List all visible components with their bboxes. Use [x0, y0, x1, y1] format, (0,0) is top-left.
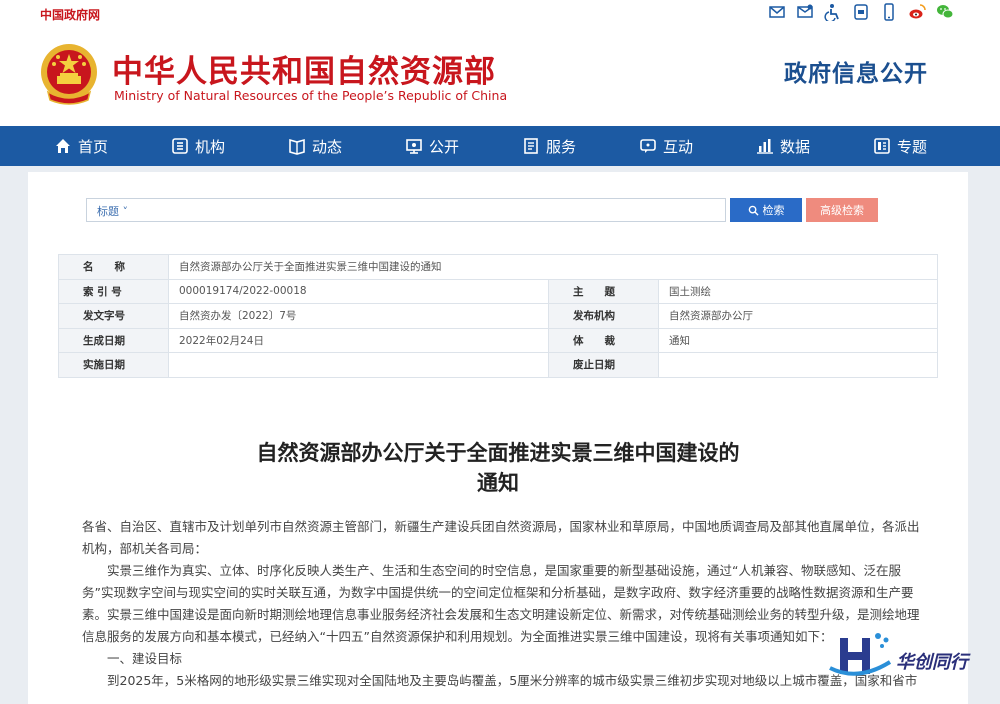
meta-value: 自然资办发〔2022〕7号 [168, 303, 549, 329]
meta-label: 索 引 号 [58, 278, 169, 304]
table-row: 实施日期 废止日期 [58, 352, 938, 378]
search-input[interactable]: 标题 ˅ [86, 198, 726, 222]
document-title-line: 自然资源部办公厅关于全面推进实景三维中国建设的 [256, 441, 740, 465]
search-button[interactable]: 检索 [730, 198, 802, 222]
nav-item-org[interactable]: 机构 [171, 126, 288, 166]
salutation: 各省、自治区、直辖市及计划单列市自然资源主管部门，新疆生产建设兵团自然资源局，国… [82, 519, 920, 556]
nav-label: 公开 [429, 137, 460, 156]
document-meta-table: 名 称 自然资源部办公厅关于全面推进实景三维中国建设的通知 索 引 号 0000… [58, 254, 938, 378]
document-title-line: 通知 [477, 471, 519, 495]
nav-label: 首页 [78, 137, 109, 156]
nav-label: 机构 [195, 137, 226, 156]
document-body: 各省、自治区、直辖市及计划单列市自然资源主管部门，新疆生产建设兵团自然资源局，国… [82, 516, 920, 692]
nav-item-disclosure[interactable]: 公开 [405, 126, 522, 166]
meta-value [168, 352, 549, 378]
meta-value: 自然资源部办公厅关于全面推进实景三维中国建设的通知 [168, 254, 938, 280]
top-icons [768, 3, 954, 21]
meta-value: 自然资源部办公厅 [658, 303, 938, 329]
content-card: 标题 ˅ 检索 高级检索 名 称 自然资源部办公厅关于全面推进实景三维中国建设的… [28, 172, 968, 704]
nav-item-service[interactable]: 服务 [522, 126, 639, 166]
main-nav: 首页 机构 动态 公开 服务 互动 数据 专题 [0, 126, 1000, 166]
meta-label: 体 裁 [548, 327, 659, 353]
org-icon [172, 138, 188, 154]
nav-label: 动态 [312, 137, 343, 156]
advanced-search-button[interactable]: 高级检索 [806, 198, 878, 222]
nav-item-data[interactable]: 数据 [756, 126, 873, 166]
meta-value: 2022年02月24日 [168, 327, 549, 353]
home-icon [56, 139, 70, 153]
nav-item-news[interactable]: 动态 [288, 126, 405, 166]
topic-icon [874, 138, 890, 154]
body-paragraph: 到2025年，5米格网的地形级实景三维实现对全国陆地及主要岛屿覆盖，5厘米分辨率… [107, 673, 918, 688]
table-row: 名 称 自然资源部办公厅关于全面推进实景三维中国建设的通知 [58, 254, 938, 280]
search-scope-dropdown[interactable]: 标题 ˅ [97, 203, 128, 219]
nav-label: 服务 [546, 137, 577, 156]
news-icon [289, 138, 305, 155]
nav-label: 数据 [780, 137, 811, 156]
wechat-icon[interactable] [936, 3, 954, 21]
nav-item-topic[interactable]: 专题 [873, 126, 990, 166]
meta-label: 实施日期 [58, 352, 169, 378]
weibo-icon[interactable] [908, 3, 926, 21]
gov-portal-link[interactable]: 中国政府网 [40, 6, 100, 23]
meta-value [658, 352, 938, 378]
table-row: 发文字号 自然资办发〔2022〕7号 发布机构 自然资源部办公厅 [58, 303, 938, 329]
top-bar: 中国政府网 [0, 0, 1000, 26]
feedback-icon[interactable] [796, 3, 814, 21]
watermark-text: 华创同行 [896, 652, 968, 673]
data-icon [757, 139, 773, 154]
interact-icon [640, 139, 656, 153]
nav-label: 互动 [663, 137, 694, 156]
nav-label: 专题 [897, 137, 928, 156]
service-icon [524, 138, 538, 154]
ministry-title-cn[interactable]: 中华人民共和国自然资源部 [112, 46, 496, 91]
search-icon [748, 205, 759, 216]
accessibility-icon[interactable] [824, 3, 842, 21]
ministry-title-en: Ministry of Natural Resources of the Peo… [114, 88, 508, 103]
meta-label: 主 题 [548, 278, 659, 304]
body-paragraph: 实景三维作为真实、立体、时序化反映人类生产、生活和生态空间的时空信息，是国家重要… [82, 563, 920, 644]
section-heading: 一、建设目标 [107, 651, 183, 666]
meta-value: 国土测绘 [658, 278, 938, 304]
site-header: 中华人民共和国自然资源部 Ministry of Natural Resourc… [0, 26, 1000, 126]
meta-value: 000019174/2022-00018 [168, 278, 549, 304]
table-row: 索 引 号 000019174/2022-00018 主 题 国土测绘 [58, 278, 938, 304]
search-button-label: 检索 [762, 205, 785, 217]
disclosure-icon [406, 139, 422, 154]
meta-label: 生成日期 [58, 327, 169, 353]
mobile-icon[interactable] [880, 3, 898, 21]
nav-item-interact[interactable]: 互动 [639, 126, 756, 166]
meta-label: 废止日期 [548, 352, 659, 378]
mail-icon[interactable] [768, 3, 786, 21]
table-row: 生成日期 2022年02月24日 体 裁 通知 [58, 327, 938, 353]
national-emblem[interactable] [38, 42, 100, 108]
meta-value: 通知 [658, 327, 938, 353]
gov-info-disclosure-title[interactable]: 政府信息公开 [784, 54, 928, 88]
app-icon[interactable] [852, 3, 870, 21]
meta-label: 发布机构 [548, 303, 659, 329]
document-title: 自然资源部办公厅关于全面推进实景三维中国建设的 通知 [28, 438, 968, 498]
meta-label: 名 称 [58, 254, 169, 280]
nav-item-home[interactable]: 首页 [54, 126, 171, 166]
meta-label: 发文字号 [58, 303, 169, 329]
